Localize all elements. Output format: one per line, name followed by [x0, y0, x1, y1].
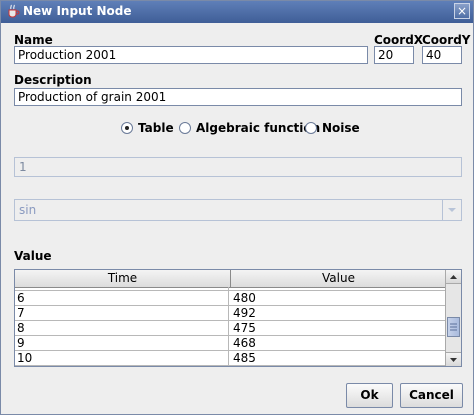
vertical-scrollbar[interactable] — [445, 270, 461, 366]
table-header: Time Value — [15, 270, 446, 288]
description-label: Description — [14, 73, 92, 87]
expression-field[interactable]: 1 — [14, 157, 462, 177]
new-input-node-dialog: New Input Node × Name Production 2001 Co… — [0, 0, 474, 415]
value-label: Value — [14, 249, 52, 263]
chevron-up-icon — [450, 275, 457, 279]
table-cell-value[interactable]: 485 — [231, 351, 446, 365]
table-body: 6 480 7 492 8 475 9 468 10 485 — [15, 287, 446, 366]
table-cell-value[interactable]: 475 — [231, 321, 446, 335]
column-header-time[interactable]: Time — [15, 270, 231, 287]
close-icon: × — [456, 4, 468, 18]
column-header-value[interactable]: Value — [231, 270, 446, 287]
table-cell-time[interactable]: 7 — [15, 306, 229, 320]
window-title: New Input Node — [23, 4, 132, 18]
coordx-field[interactable]: 20 — [374, 46, 414, 64]
radio-algebraic-function-label: Algebraic function — [196, 121, 321, 135]
radio-noise-label: Noise — [322, 121, 360, 135]
radio-selected-icon — [121, 122, 133, 134]
radio-table-label: Table — [138, 121, 174, 135]
grip-icon — [450, 323, 457, 331]
table-row[interactable]: 7 492 — [15, 306, 446, 321]
description-field[interactable]: Production of grain 2001 — [14, 88, 462, 106]
table-cell — [231, 287, 446, 290]
chevron-down-icon[interactable] — [442, 200, 461, 220]
ok-button[interactable]: Ok — [346, 383, 393, 408]
function-select[interactable]: sin — [14, 199, 462, 221]
title-bar[interactable]: New Input Node × — [1, 1, 473, 23]
cancel-button[interactable]: Cancel — [400, 383, 463, 408]
coordx-label: CoordX — [374, 33, 424, 47]
table-cell-value[interactable]: 492 — [231, 306, 446, 320]
coordy-label: CoordY — [422, 33, 471, 47]
table-cell-time[interactable]: 6 — [15, 291, 229, 305]
scroll-down-button[interactable] — [446, 352, 461, 366]
chevron-down-icon — [450, 358, 457, 362]
table-cell — [15, 287, 229, 290]
table-cell-time[interactable]: 10 — [15, 351, 229, 365]
table-cell-time[interactable]: 9 — [15, 336, 229, 350]
coordy-field[interactable]: 40 — [422, 46, 462, 64]
table-cell-value[interactable]: 468 — [231, 336, 446, 350]
scrollbar-thumb[interactable] — [447, 317, 460, 337]
table-row[interactable]: 8 475 — [15, 321, 446, 336]
table-cell-value[interactable]: 480 — [231, 291, 446, 305]
value-table: Time Value 6 480 7 492 8 475 9 468 10 48… — [14, 269, 462, 367]
table-cell-time[interactable]: 8 — [15, 321, 229, 335]
table-row[interactable]: 10 485 — [15, 351, 446, 366]
table-row[interactable]: 6 480 — [15, 291, 446, 306]
name-field[interactable]: Production 2001 — [14, 46, 368, 64]
radio-unselected-icon — [179, 122, 191, 134]
close-button[interactable]: × — [454, 3, 470, 19]
java-cup-icon — [8, 4, 20, 18]
scroll-up-button[interactable] — [446, 270, 461, 284]
radio-unselected-icon — [305, 122, 317, 134]
table-row[interactable]: 9 468 — [15, 336, 446, 351]
name-label: Name — [14, 33, 53, 47]
function-select-value: sin — [19, 203, 37, 217]
